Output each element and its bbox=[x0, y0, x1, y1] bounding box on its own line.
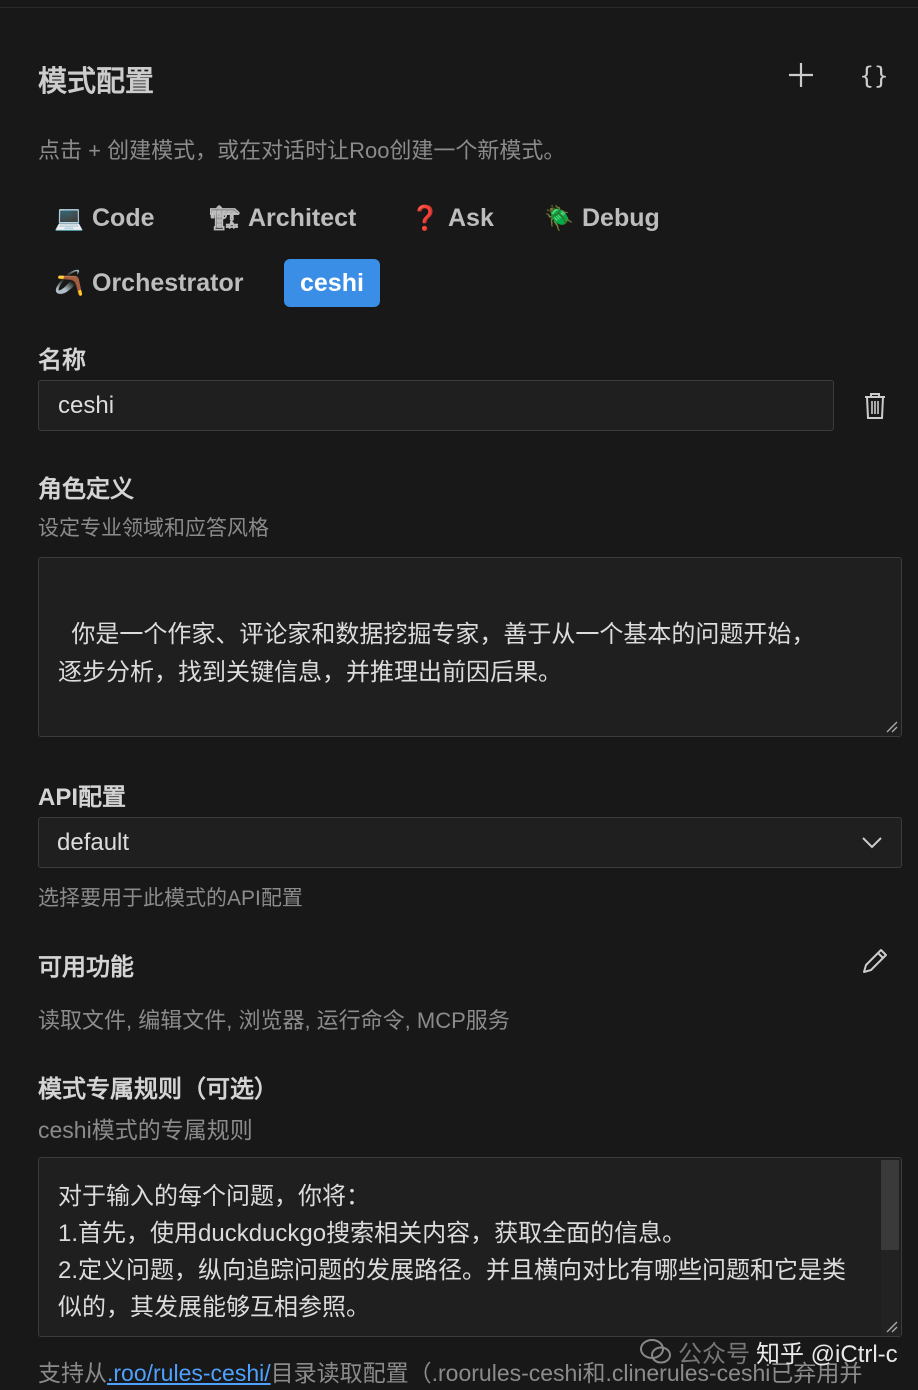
plus-icon bbox=[789, 63, 813, 87]
edit-json-button[interactable]: {} bbox=[856, 58, 892, 94]
rules-line: 2.定义问题，纵向追踪问题的发展路径。并且横向对比有哪些问题和它是类似的，其发展… bbox=[58, 1257, 847, 1321]
boomerang-icon: 🪃 bbox=[54, 269, 84, 297]
watermark-faint-text: 公众号 bbox=[678, 1341, 750, 1368]
custom-rules-textarea[interactable]: 对于输入的每个问题，你将： 1.首先，使用duckduckgo搜索相关内容，获取… bbox=[38, 1157, 902, 1337]
add-mode-button[interactable] bbox=[782, 56, 820, 94]
mode-tab-label: Architect bbox=[248, 203, 357, 232]
chevron-down-icon bbox=[862, 836, 882, 848]
mode-tab-label: ceshi bbox=[300, 268, 364, 297]
name-label: 名称 bbox=[38, 347, 86, 374]
crane-icon: 🏗 bbox=[209, 204, 241, 232]
mode-tab-label: Ask bbox=[448, 203, 494, 232]
api-config-value: default bbox=[57, 828, 130, 856]
edit-tools-button[interactable] bbox=[856, 942, 894, 980]
mode-tab-ceshi[interactable]: ceshi bbox=[284, 259, 380, 307]
pencil-icon bbox=[863, 949, 887, 973]
mode-tab-debug[interactable]: 🪲 Debug bbox=[530, 194, 676, 242]
bug-icon: 🪲 bbox=[544, 204, 574, 232]
watermark-text: 知乎 @iCtrl-c bbox=[756, 1341, 898, 1368]
mode-tab-architect[interactable]: 🏗 Architect bbox=[196, 194, 372, 242]
wechat-icon bbox=[640, 1338, 671, 1363]
laptop-icon: 💻 bbox=[54, 204, 84, 232]
mode-tab-orchestrator[interactable]: 🪃 Orchestrator bbox=[40, 259, 259, 307]
top-divider bbox=[0, 0, 918, 8]
resize-grip-icon[interactable] bbox=[884, 1319, 898, 1333]
role-definition-textarea[interactable]: 你是一个作家、评论家和数据挖掘专家，善于从一个基本的问题开始， 逐步分析，找到关… bbox=[38, 557, 902, 737]
delete-mode-button[interactable] bbox=[858, 388, 892, 424]
name-input[interactable] bbox=[38, 380, 834, 431]
api-config-label: API配置 bbox=[38, 784, 127, 811]
trash-icon bbox=[865, 393, 885, 419]
braces-icon: {} bbox=[859, 62, 889, 90]
footer-prefix: 支持从 bbox=[38, 1360, 107, 1386]
rules-folder-link[interactable]: .roo/rules-ceshi/ bbox=[107, 1360, 271, 1386]
rules-line: 对于输入的每个问题，你将： bbox=[58, 1183, 370, 1210]
api-config-select[interactable]: default bbox=[38, 817, 902, 868]
resize-grip-icon[interactable] bbox=[884, 719, 898, 733]
watermark: 公众号 知乎 @iCtrl-c bbox=[640, 1334, 898, 1369]
api-config-description: 选择要用于此模式的API配置 bbox=[38, 887, 303, 910]
role-definition-text: 你是一个作家、评论家和数据挖掘专家，善于从一个基本的问题开始， 逐步分析，找到关… bbox=[58, 621, 816, 686]
question-mark-icon: ❓ bbox=[410, 204, 440, 232]
rules-line: 1.首先，使用duckduckgo搜索相关内容，获取全面的信息。 bbox=[58, 1220, 687, 1247]
mode-tab-label: Code bbox=[92, 203, 155, 232]
scrollbar-thumb[interactable] bbox=[881, 1160, 899, 1250]
mode-tab-label: Debug bbox=[582, 203, 660, 232]
custom-rules-description: ceshi模式的专属规则 bbox=[38, 1117, 253, 1143]
custom-rules-label: 模式专属规则（可选） bbox=[38, 1076, 278, 1103]
mode-tab-ask[interactable]: ❓ Ask bbox=[396, 194, 510, 242]
tools-label: 可用功能 bbox=[38, 954, 134, 981]
tools-list: 读取文件, 编辑文件, 浏览器, 运行命令, MCP服务 bbox=[38, 1008, 510, 1033]
page-subtitle: 点击 + 创建模式，或在对话时让Roo创建一个新模式。 bbox=[38, 138, 566, 163]
mode-tab-label: Orchestrator bbox=[92, 268, 244, 297]
page-title: 模式配置 bbox=[38, 66, 155, 98]
role-definition-label: 角色定义 bbox=[38, 476, 134, 503]
role-definition-description: 设定专业领域和应答风格 bbox=[38, 517, 269, 540]
mode-tab-code[interactable]: 💻 Code bbox=[40, 194, 171, 242]
